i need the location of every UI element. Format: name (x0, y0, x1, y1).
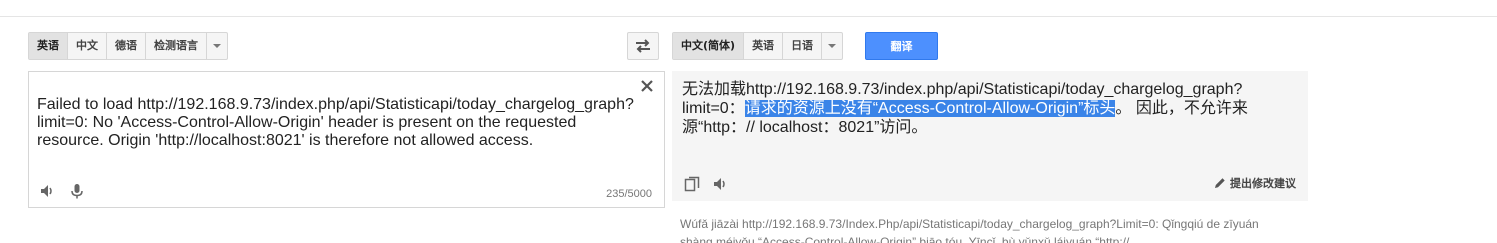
suggest-edit-label: 提出修改建议 (1230, 177, 1296, 190)
target-lang-chevron-down-icon[interactable] (822, 33, 842, 59)
swap-icon (636, 39, 650, 53)
speaker-icon[interactable] (39, 183, 55, 199)
source-lang-detect[interactable]: 检测语言 (146, 33, 207, 59)
source-lang-english[interactable]: 英语 (29, 33, 68, 59)
character-count: 235/5000 (606, 188, 652, 200)
suggest-edit-button[interactable]: 提出修改建议 (1214, 175, 1296, 191)
translation-result-box: 无法加载http://192.168.9.73/index.php/api/St… (672, 71, 1308, 201)
translation-text: 无法加载http://192.168.9.73/index.php/api/St… (682, 80, 1262, 137)
target-lang-english[interactable]: 英语 (744, 33, 784, 59)
target-language-bar: 中文(简体) 英语 日语 (672, 32, 844, 60)
copy-icon[interactable] (684, 176, 700, 192)
target-lang-japanese[interactable]: 日语 (783, 33, 823, 59)
target-lang-chinese-simplified[interactable]: 中文(简体) (673, 33, 745, 59)
source-text[interactable]: Failed to load http://192.168.9.73/index… (37, 96, 637, 150)
romanization-text: Wúfǎ jiāzài http://192.168.9.73/Index.Ph… (680, 217, 1259, 243)
microphone-icon[interactable] (69, 183, 85, 199)
pencil-icon (1215, 178, 1225, 188)
clear-source-button[interactable] (640, 78, 654, 92)
source-lang-german[interactable]: 德语 (107, 33, 146, 59)
source-lang-chevron-down-icon[interactable] (207, 33, 227, 59)
translate-button[interactable]: 翻译 (865, 32, 938, 60)
top-divider (0, 16, 1497, 17)
source-text-box[interactable]: Failed to load http://192.168.9.73/index… (28, 71, 665, 208)
source-language-bar: 英语 中文 德语 检测语言 (28, 32, 228, 60)
swap-languages-button[interactable] (627, 32, 659, 60)
translation-highlighted-text[interactable]: 请求的资源上没有“Access-Control-Allow-Origin”标头 (744, 100, 1116, 117)
close-icon (641, 80, 653, 92)
source-lang-chinese[interactable]: 中文 (68, 33, 107, 59)
speaker-icon[interactable] (712, 176, 728, 192)
